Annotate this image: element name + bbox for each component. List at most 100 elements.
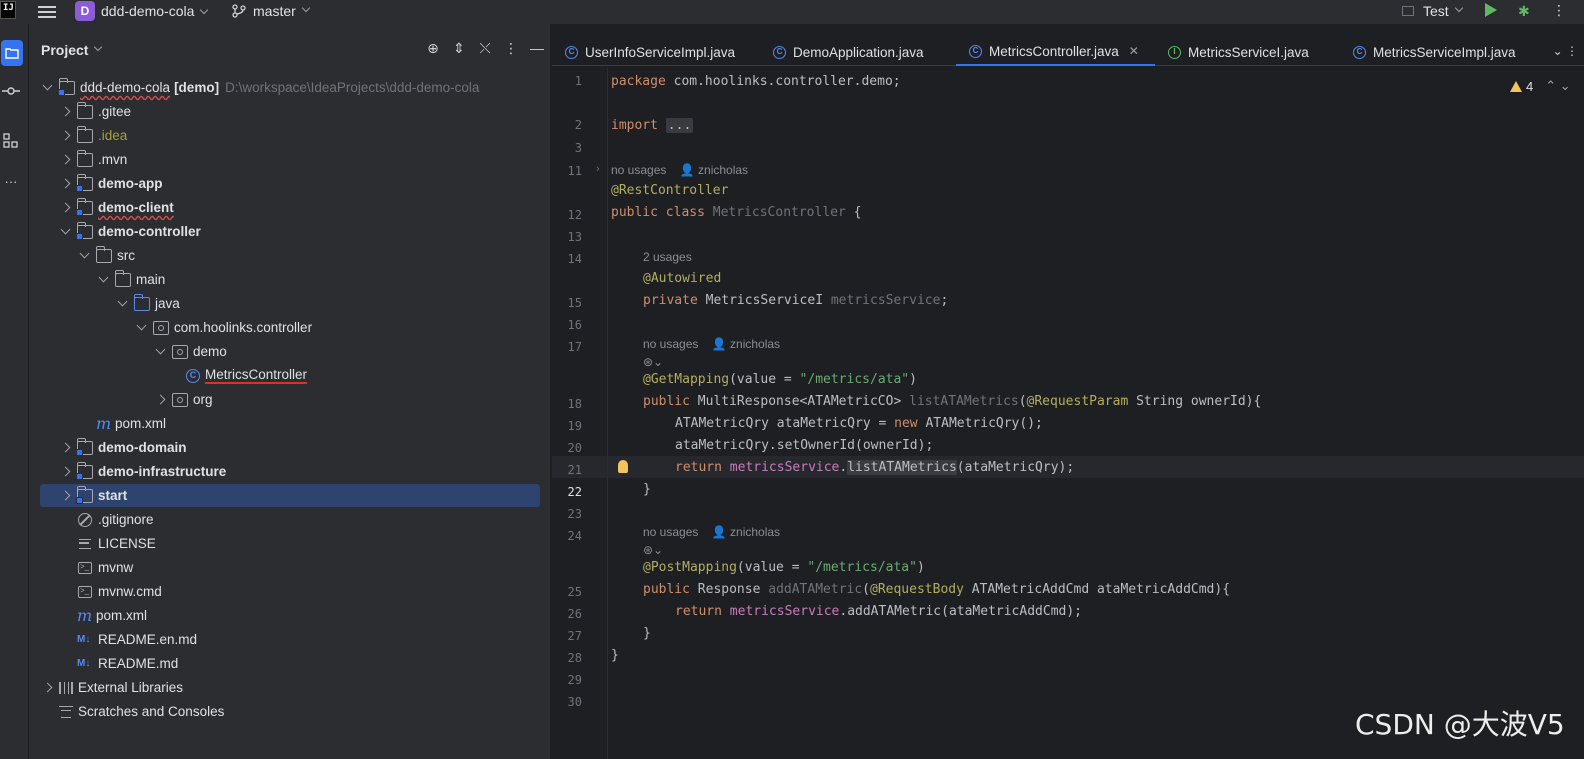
- line-number: 23: [567, 507, 582, 521]
- class-icon: C: [1353, 45, 1366, 59]
- tree-row-demo-client[interactable]: demo-client: [40, 196, 540, 219]
- tree-row-root[interactable]: ddd-demo-cola [demo] D:\workspace\IdeaPr…: [40, 76, 540, 99]
- chevron-right-icon[interactable]: [58, 465, 72, 479]
- chevron-down-icon[interactable]: [77, 249, 91, 263]
- chevron-right-icon[interactable]: [58, 441, 72, 455]
- tree-label: org: [193, 392, 213, 407]
- class-icon: C: [969, 44, 982, 58]
- chevron-down-icon[interactable]: [153, 345, 167, 359]
- tree-row-main[interactable]: main: [40, 268, 540, 291]
- main-menu-icon[interactable]: [38, 3, 56, 19]
- expand-all-icon[interactable]: ⇕: [446, 40, 472, 57]
- endpoint-icon[interactable]: ⊛⌄: [643, 543, 663, 557]
- author-hint[interactable]: znicholas: [730, 525, 780, 539]
- chevron-down-icon[interactable]: [58, 225, 72, 239]
- tree-row-gitignore[interactable]: .gitignore: [40, 508, 540, 531]
- usages-hint[interactable]: 2 usages: [643, 250, 692, 264]
- tree-row-external-libraries[interactable]: External Libraries: [40, 676, 540, 699]
- tree-row-demo-infrastructure[interactable]: demo-infrastructure: [40, 460, 540, 483]
- tree-row-package[interactable]: com.hoolinks.controller: [40, 316, 540, 339]
- line-number: 14: [567, 252, 582, 266]
- tab-metricsservicei[interactable]: I MetricsServiceI.java: [1155, 38, 1340, 66]
- tree-label: .gitee: [98, 104, 132, 119]
- locate-file-icon[interactable]: ⊕: [420, 40, 446, 57]
- tree-row-demo-domain[interactable]: demo-domain: [40, 436, 540, 459]
- run-configuration-selector[interactable]: Test: [1402, 3, 1463, 19]
- hide-panel-icon[interactable]: —: [524, 40, 550, 57]
- collapse-all-icon[interactable]: ⤬: [472, 40, 498, 57]
- tree-row-start[interactable]: start: [40, 484, 540, 507]
- line-number: 19: [567, 419, 582, 433]
- run-icon[interactable]: [1485, 3, 1497, 17]
- tree-row-mvnw-cmd[interactable]: >_ mvnw.cmd: [40, 580, 540, 603]
- lightbulb-icon[interactable]: [618, 460, 628, 473]
- markdown-icon: M↓: [77, 634, 91, 645]
- chevron-right-icon[interactable]: [58, 489, 72, 503]
- tree-row-readme[interactable]: M↓ README.md: [40, 652, 540, 675]
- tree-row-org[interactable]: org: [40, 388, 540, 411]
- chevron-right-icon[interactable]: [153, 393, 167, 407]
- debug-icon[interactable]: ✱: [1518, 3, 1534, 19]
- project-switcher[interactable]: ddd-demo-cola: [101, 3, 209, 19]
- chevron-right-icon[interactable]: [58, 105, 72, 119]
- tab-metricsserviceimpl[interactable]: C MetricsServiceImpl.java: [1340, 38, 1530, 66]
- person-icon: 👤: [711, 525, 727, 539]
- tree-row-src[interactable]: src: [40, 244, 540, 267]
- tab-metricscontroller[interactable]: C MetricsController.java ✕: [956, 38, 1155, 66]
- line-number: 21: [567, 463, 582, 477]
- line-number: 30: [567, 695, 582, 709]
- endpoint-icon[interactable]: ⊛⌄: [643, 355, 663, 369]
- fold-expand-icon[interactable]: ›: [596, 163, 600, 175]
- tree-row-demo-controller[interactable]: demo-controller: [40, 220, 540, 243]
- library-icon: [59, 681, 73, 694]
- chevron-down-icon[interactable]: [134, 321, 148, 335]
- tree-row-controller-pom[interactable]: m pom.xml: [40, 412, 540, 435]
- tree-row-gitee[interactable]: .gitee: [40, 100, 540, 123]
- chevron-right-icon[interactable]: [58, 153, 72, 167]
- options-icon[interactable]: ⋮: [498, 40, 524, 57]
- usages-hint[interactable]: no usages: [611, 163, 666, 177]
- tree-row-metrics-controller[interactable]: C MetricsController: [40, 364, 540, 387]
- tab-userinfoserviceimpl[interactable]: C UserInfoServiceImpl.java: [552, 38, 760, 66]
- chevron-down-icon[interactable]: [96, 273, 110, 287]
- tree-row-license[interactable]: LICENSE: [40, 532, 540, 555]
- branch-switcher[interactable]: master: [232, 3, 311, 19]
- nav-arrows-icon[interactable]: ⌃ ⌄: [1545, 78, 1570, 94]
- chevron-down-icon[interactable]: [40, 81, 54, 95]
- tree-row-demo-app[interactable]: demo-app: [40, 172, 540, 195]
- tab-label: MetricsController.java: [989, 43, 1119, 59]
- chevron-right-icon[interactable]: [58, 129, 72, 143]
- project-badge[interactable]: D: [75, 1, 95, 21]
- usages-hint[interactable]: no usages: [643, 525, 698, 539]
- tree-row-idea[interactable]: .idea: [40, 124, 540, 147]
- more-actions-icon[interactable]: ⋮: [1552, 2, 1566, 19]
- chevron-down-icon[interactable]: [115, 297, 129, 311]
- inspection-widget[interactable]: 4 ⌃ ⌄: [1510, 78, 1571, 94]
- structure-icon[interactable]: [0, 128, 22, 154]
- tree-row-scratches[interactable]: Scratches and Consoles: [40, 700, 540, 723]
- tree-row-pom[interactable]: m pom.xml: [40, 604, 540, 627]
- tab-demoapplication[interactable]: C DemoApplication.java: [760, 38, 956, 66]
- project-tool-folder-icon[interactable]: [1, 40, 23, 66]
- commit-icon[interactable]: [0, 78, 22, 104]
- maven-icon: m: [77, 606, 93, 625]
- tree-row-mvn[interactable]: .mvn: [40, 148, 540, 171]
- project-view-selector[interactable]: Project: [41, 42, 103, 58]
- tree-row-java[interactable]: java: [40, 292, 540, 315]
- markdown-icon: M↓: [77, 658, 91, 669]
- chevron-right-icon[interactable]: [58, 201, 72, 215]
- more-tools-icon[interactable]: ···: [0, 168, 22, 194]
- line-number-current: 22: [567, 485, 582, 499]
- tree-row-demo[interactable]: demo: [40, 340, 540, 363]
- chevron-right-icon[interactable]: [58, 177, 72, 191]
- close-icon[interactable]: ✕: [1129, 44, 1139, 58]
- usages-hint[interactable]: no usages: [643, 337, 698, 351]
- tree-row-readme-en[interactable]: M↓ README.en.md: [40, 628, 540, 651]
- author-hint[interactable]: znicholas: [730, 337, 780, 351]
- tab-label: UserInfoServiceImpl.java: [585, 44, 736, 60]
- tree-row-mvnw[interactable]: >_ mvnw: [40, 556, 540, 579]
- chevron-right-icon[interactable]: [40, 681, 54, 695]
- run-config-icon: [1402, 6, 1414, 16]
- author-hint[interactable]: znicholas: [698, 163, 748, 177]
- tabs-overflow-icon[interactable]: ⌄ ⋮: [1553, 44, 1578, 58]
